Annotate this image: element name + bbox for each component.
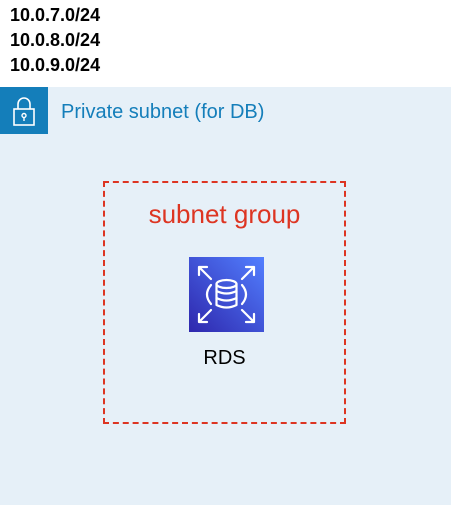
cidr-block: 10.0.8.0/24 <box>10 30 101 50</box>
lock-badge <box>0 87 48 134</box>
cidr-block: 10.0.9.0/24 <box>10 55 101 75</box>
subnet-group-label: subnet group <box>148 199 301 229</box>
subnet-group-box: subnet group RDS <box>103 181 346 424</box>
lock-icon <box>13 96 35 126</box>
cidr-block: 10.0.7.0/24 <box>10 5 101 25</box>
rds-label: RDS <box>203 347 246 369</box>
rds-glyph <box>197 265 256 324</box>
private-subnet-label: Private subnet (for DB) <box>61 101 265 123</box>
diagram-canvas: 10.0.7.0/24 10.0.8.0/24 10.0.9.0/24 Priv… <box>0 0 451 505</box>
rds-database-icon <box>189 257 264 332</box>
cidr-block-list: 10.0.7.0/24 10.0.8.0/24 10.0.9.0/24 <box>10 3 100 78</box>
private-subnet-container: Private subnet (for DB) subnet group RDS <box>0 87 451 505</box>
